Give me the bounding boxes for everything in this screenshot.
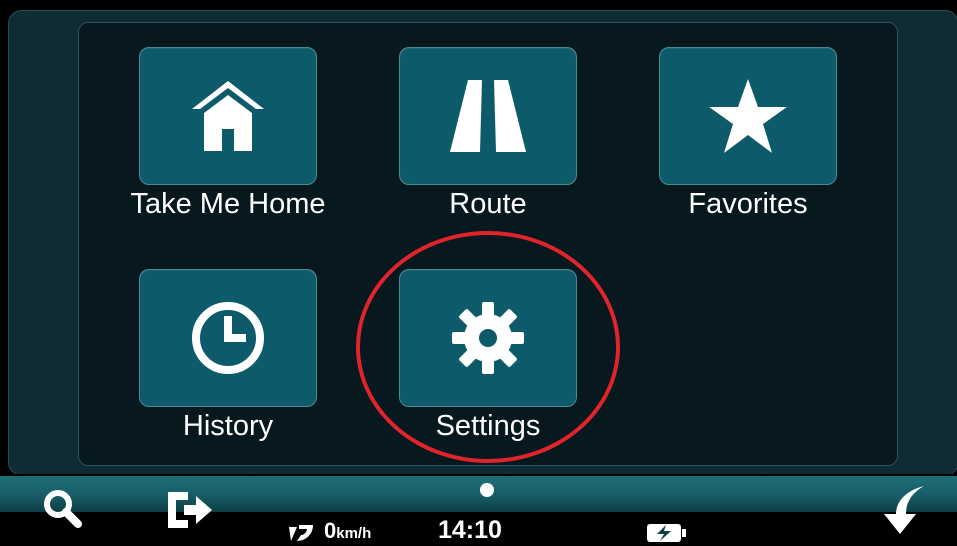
speed-value: 0: [324, 518, 337, 543]
search-icon[interactable]: [40, 486, 84, 530]
signal-icon: [286, 522, 320, 544]
settings-label: Settings: [435, 410, 541, 442]
road-icon: [446, 76, 530, 156]
gear-icon: [448, 298, 528, 378]
page-indicator-dot: [480, 483, 494, 497]
take-me-home-button[interactable]: [139, 47, 317, 185]
history-label: History: [182, 410, 274, 442]
clock-time: 14:10: [438, 516, 502, 544]
navigation-main-menu: Take Me Home Route Favorites History Set…: [0, 0, 957, 546]
route-label: Route: [449, 188, 527, 220]
speed-unit: km/h: [336, 525, 372, 542]
battery-charging-icon: [646, 522, 688, 544]
back-arrow-icon[interactable]: [880, 484, 932, 536]
star-icon: [707, 77, 789, 155]
menu-grid: Take Me Home Route Favorites History Set…: [78, 22, 898, 466]
take-me-home-label: Take Me Home: [130, 188, 326, 220]
home-icon: [188, 77, 268, 155]
favorites-button[interactable]: [659, 47, 837, 185]
bottom-bar-strip: [0, 476, 957, 512]
speed-readout: 0km/h: [324, 518, 371, 544]
history-button[interactable]: [139, 269, 317, 407]
route-button[interactable]: [399, 47, 577, 185]
settings-button[interactable]: [399, 269, 577, 407]
exit-icon[interactable]: [164, 490, 216, 530]
favorites-label: Favorites: [688, 188, 808, 220]
clock-icon: [188, 298, 268, 378]
